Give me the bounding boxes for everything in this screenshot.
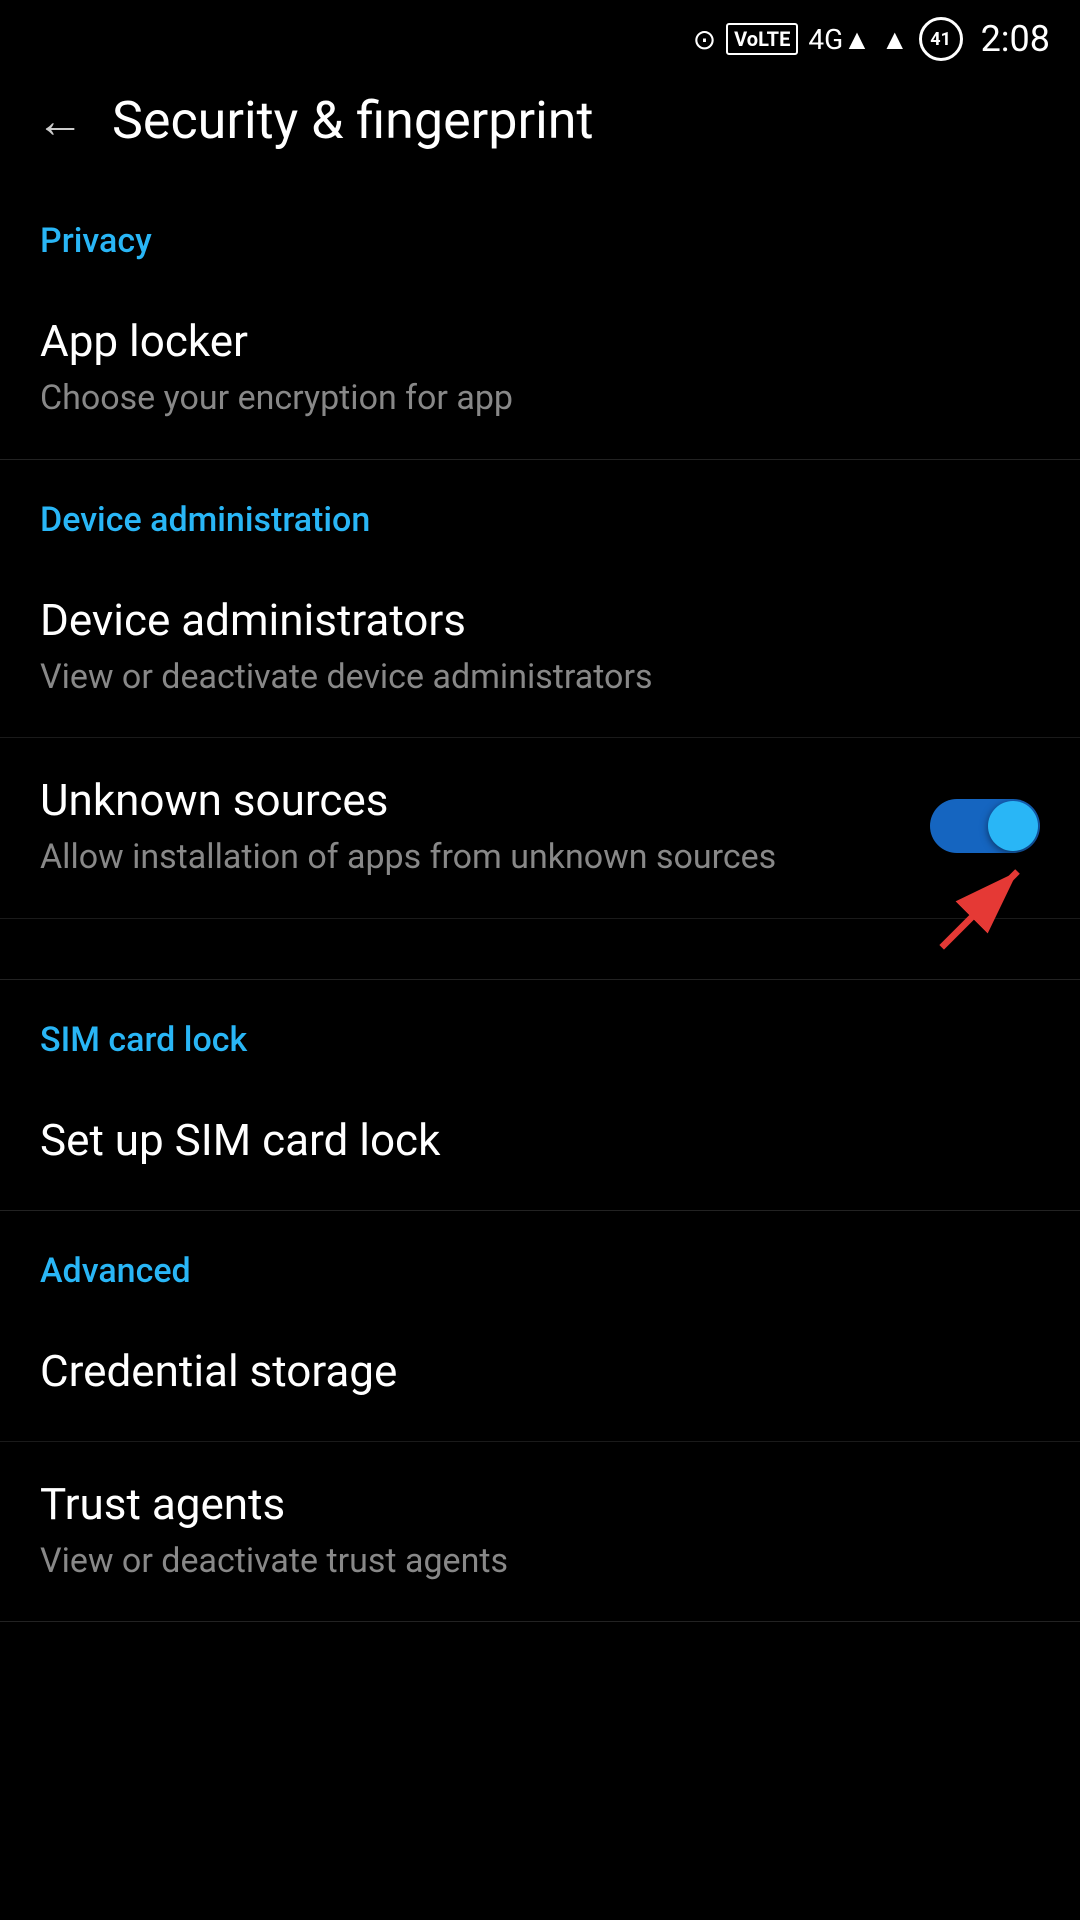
- trust-agents-subtitle: View or deactivate trust agents: [40, 1538, 1040, 1586]
- arrow-spacer: [0, 919, 1080, 979]
- set-up-sim-card-lock-title: Set up SIM card lock: [40, 1114, 1040, 1166]
- device-admin-section-header: Device administration: [0, 460, 1080, 558]
- unknown-sources-item[interactable]: Unknown sources Allow installation of ap…: [0, 738, 1080, 919]
- privacy-section-header: Privacy: [0, 181, 1080, 279]
- volte-icon: VoLTE: [726, 23, 798, 55]
- sim-card-lock-section: SIM card lock Set up SIM card lock: [0, 980, 1080, 1211]
- credential-storage-item[interactable]: Credential storage: [0, 1309, 1080, 1442]
- device-admin-section: Device administration Device administrat…: [0, 460, 1080, 980]
- device-administrators-text: Device administrators View or deactivate…: [40, 594, 1040, 702]
- unknown-sources-subtitle: Allow installation of apps from unknown …: [40, 834, 930, 882]
- app-locker-text: App locker Choose your encryption for ap…: [40, 315, 1040, 423]
- toggle-track: [930, 799, 1040, 853]
- device-administrators-subtitle: View or deactivate device administrators: [40, 654, 1040, 702]
- privacy-section: Privacy App locker Choose your encryptio…: [0, 181, 1080, 460]
- unknown-sources-text: Unknown sources Allow installation of ap…: [40, 774, 930, 882]
- trust-agents-item[interactable]: Trust agents View or deactivate trust ag…: [0, 1442, 1080, 1622]
- device-administrators-title: Device administrators: [40, 594, 1040, 646]
- app-locker-title: App locker: [40, 315, 1040, 367]
- credential-storage-title: Credential storage: [40, 1345, 1040, 1397]
- toggle-thumb: [988, 801, 1038, 851]
- status-bar: ⊙ VoLTE 4G▲ ▲ 41 2:08: [0, 0, 1080, 70]
- advanced-section: Advanced Credential storage Trust agents…: [0, 1211, 1080, 1623]
- unknown-sources-title: Unknown sources: [40, 774, 930, 826]
- sim-card-lock-section-header: SIM card lock: [0, 980, 1080, 1078]
- trust-agents-text: Trust agents View or deactivate trust ag…: [40, 1478, 1040, 1586]
- annotation-arrow: [920, 849, 1050, 959]
- credential-storage-text: Credential storage: [40, 1345, 1040, 1405]
- set-up-sim-card-lock-text: Set up SIM card lock: [40, 1114, 1040, 1174]
- status-time: 2:08: [981, 18, 1050, 60]
- device-administrators-item[interactable]: Device administrators View or deactivate…: [0, 558, 1080, 739]
- page-title: Security & fingerprint: [112, 90, 593, 151]
- status-icons: ⊙ VoLTE 4G▲ ▲ 41 2:08: [693, 17, 1050, 61]
- app-locker-item[interactable]: App locker Choose your encryption for ap…: [0, 279, 1080, 459]
- set-up-sim-card-lock-item[interactable]: Set up SIM card lock: [0, 1078, 1080, 1210]
- back-button[interactable]: ←: [36, 97, 84, 145]
- page-header: ← Security & fingerprint: [0, 70, 1080, 181]
- hotspot-icon: ⊙: [693, 23, 716, 56]
- advanced-section-header: Advanced: [0, 1211, 1080, 1309]
- app-locker-subtitle: Choose your encryption for app: [40, 375, 1040, 423]
- signal-icon: ▲: [881, 23, 909, 56]
- battery-icon: 41: [919, 17, 963, 61]
- trust-agents-title: Trust agents: [40, 1478, 1040, 1530]
- 4g-icon: 4G▲: [808, 23, 871, 56]
